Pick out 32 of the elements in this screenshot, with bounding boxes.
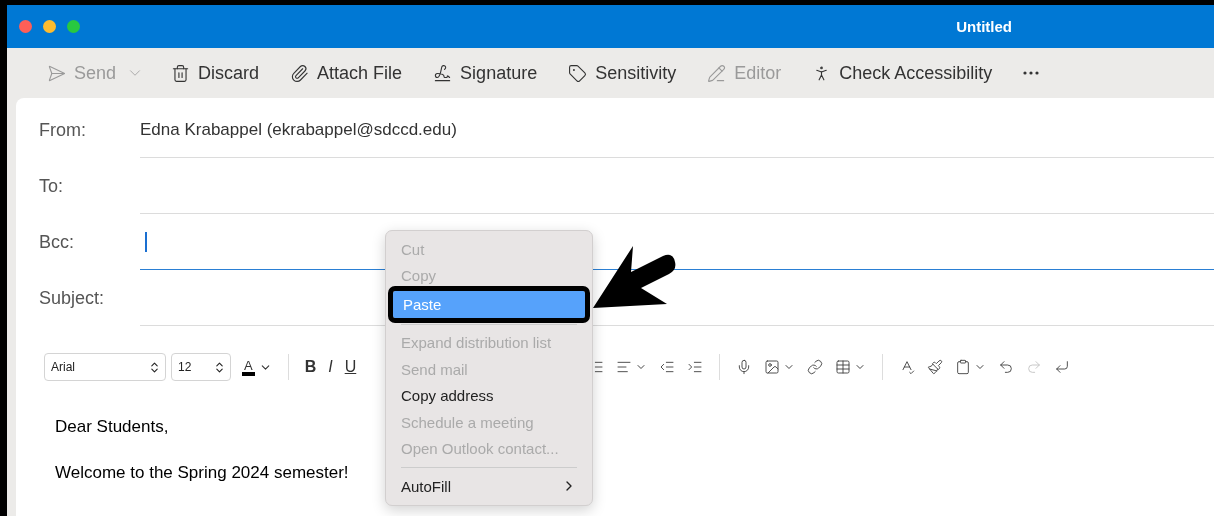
underline-button[interactable]: U: [338, 358, 363, 376]
font-size-select[interactable]: 12: [171, 353, 231, 381]
input-field[interactable]: Edna Krabappel (ekrabappel@sdccd.edu): [140, 102, 1214, 158]
menu-item[interactable]: Copy address: [391, 382, 587, 409]
pencil-icon: [707, 63, 727, 83]
bold-button[interactable]: B: [298, 358, 323, 376]
font-select[interactable]: Arial: [44, 353, 166, 381]
menu-item[interactable]: AutoFill: [391, 473, 587, 500]
signature-icon: [433, 63, 453, 83]
toolbar-button[interactable]: Sensitivity: [561, 58, 684, 88]
message-text: Welcome to the Spring 2024 semester!: [55, 463, 349, 483]
field-label: From:: [38, 118, 87, 142]
toolbar-button[interactable]: Discard: [164, 58, 267, 88]
trash-icon: [171, 63, 191, 83]
italic-button[interactable]: I: [322, 358, 339, 376]
stepper-icon: [148, 360, 161, 374]
field-label: To:: [38, 174, 64, 198]
minimize-button[interactable]: [43, 20, 56, 33]
toolbar-button[interactable]: Attach File: [283, 58, 410, 88]
message-text: Dear Students,: [55, 417, 169, 437]
field-label: Subject:: [38, 286, 106, 310]
more-icon: [1023, 71, 1040, 75]
toolbar-button[interactable]: Signature: [426, 58, 545, 88]
paperclip-icon: [290, 63, 310, 83]
stepper-icon: [213, 360, 226, 374]
toolbar-button[interactable]: Check Accessibility: [805, 58, 1000, 88]
font-color-button[interactable]: A: [236, 358, 278, 376]
field-label: Bcc:: [38, 230, 75, 254]
send-icon: [47, 63, 66, 83]
text-cursor: [145, 231, 147, 252]
tag-icon: [568, 63, 588, 83]
window-title: Untitled: [956, 18, 1012, 35]
